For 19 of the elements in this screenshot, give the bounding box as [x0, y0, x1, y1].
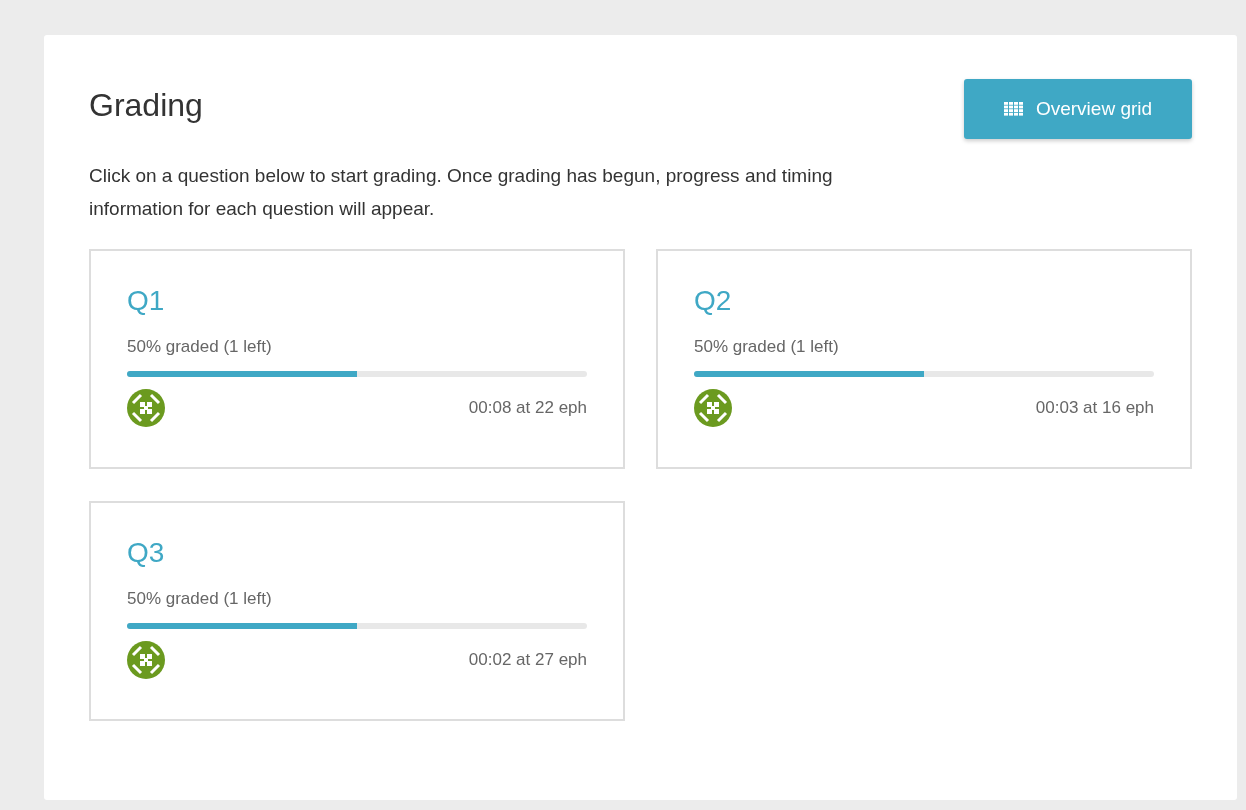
question-link[interactable]: Q2 [694, 285, 732, 317]
progress-text: 50% graded (1 left) [127, 337, 273, 357]
question-card[interactable]: Q1 50% graded (1 left) 00:08 at 22 eph [89, 249, 625, 469]
timing-text: 00:02 at 27 eph [468, 650, 587, 670]
intro-text: Click on a question below to start grading. Once grading has begun, progress and timing information for each question will appear. [89, 164, 834, 221]
avatar-icon [127, 389, 165, 427]
question-card[interactable]: Q3 50% graded (1 left) 00:02 at 27 eph [89, 501, 625, 721]
overview-grid-button[interactable]: Overview grid [964, 79, 1192, 139]
question-card[interactable]: Q2 50% graded (1 left) 00:03 at 16 eph [656, 249, 1192, 469]
page-title: Grading [89, 87, 203, 124]
question-link[interactable]: Q1 [127, 285, 165, 317]
timing-text: 00:08 at 22 eph [468, 398, 587, 418]
timing-text: 00:03 at 16 eph [1035, 398, 1154, 418]
progress-text: 50% graded (1 left) [694, 337, 840, 357]
avatar-icon [694, 389, 732, 427]
question-link[interactable]: Q3 [127, 537, 165, 569]
progress-text: 50% graded (1 left) [127, 589, 273, 609]
grid-icon [1003, 102, 1024, 116]
avatar-icon [127, 641, 165, 679]
